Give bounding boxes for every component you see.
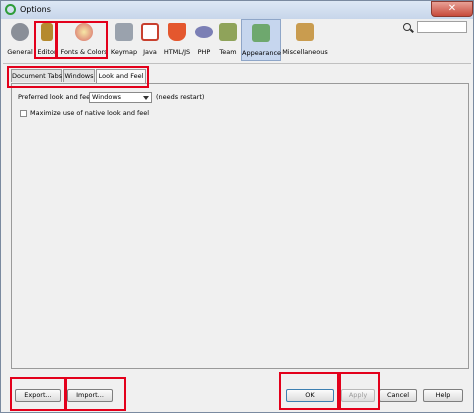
toolbar-label: Appearance [242, 49, 282, 57]
gears-icon [11, 23, 29, 41]
toolbar-item-fonts-colors[interactable]: Fonts & Colors [59, 19, 109, 61]
php-icon [195, 26, 213, 38]
search-icon [403, 23, 411, 31]
toolbar-item-miscellaneous[interactable]: Miscellaneous [282, 19, 328, 61]
options-window: Options ✕ General Editor Fonts & Colors … [0, 0, 474, 413]
toolbar-label: Java [143, 48, 157, 56]
misc-icon [296, 23, 314, 41]
toolbar-item-team[interactable]: Team [216, 19, 240, 61]
import-button[interactable]: Import... [67, 389, 113, 402]
java-cup-icon [141, 23, 159, 41]
look-and-feel-panel: Preferred look and feel: Windows (needs … [11, 83, 469, 369]
appearance-icon [252, 24, 270, 42]
toolbar-label: Miscellaneous [282, 48, 328, 56]
fonts-colors-icon [75, 23, 93, 41]
close-button[interactable]: ✕ [431, 1, 473, 17]
toolbar-item-java[interactable]: Java [139, 19, 161, 61]
tab-look-and-feel[interactable]: Look and Feel [96, 69, 146, 83]
apply-button[interactable]: Apply [341, 389, 375, 402]
toolbar-label: General [7, 48, 33, 56]
toolbar-label: HTML/JS [163, 48, 191, 56]
toolbar-item-general[interactable]: General [6, 19, 34, 61]
preferred-look-label: Preferred look and feel: [18, 93, 95, 101]
toolbar-item-html-js[interactable]: HTML/JS [162, 19, 192, 61]
export-button[interactable]: Export... [15, 389, 61, 402]
look-and-feel-select[interactable]: Windows [89, 92, 152, 103]
category-toolbar: General Editor Fonts & Colors Keymap Jav… [3, 19, 471, 63]
select-value: Windows [92, 93, 122, 101]
editor-pencil-icon [41, 23, 53, 41]
toolbar-item-keymap[interactable]: Keymap [110, 19, 138, 61]
toolbar-item-editor[interactable]: Editor [35, 19, 59, 61]
chevron-down-icon [143, 96, 149, 100]
toolbar-divider [3, 63, 471, 64]
maximize-native-label[interactable]: Maximize use of native look and feel [30, 109, 149, 117]
toolbar-label: Keymap [110, 48, 138, 56]
toolbar-item-appearance[interactable]: Appearance [241, 19, 281, 61]
html5-icon [168, 23, 186, 41]
cancel-button[interactable]: Cancel [379, 389, 417, 402]
tab-windows[interactable]: Windows [63, 69, 95, 82]
restart-note: (needs restart) [156, 93, 205, 101]
toolbar-label: Fonts & Colors [60, 48, 108, 56]
team-icon [219, 23, 237, 41]
ok-button[interactable]: OK [286, 389, 334, 402]
toolbar-item-php[interactable]: PHP [193, 19, 215, 61]
toolbar-label: Editor [37, 48, 57, 56]
keyboard-icon [115, 23, 133, 41]
toolbar-label: PHP [197, 48, 211, 56]
help-button[interactable]: Help [423, 389, 463, 402]
netbeans-logo-icon [5, 4, 16, 15]
maximize-native-checkbox[interactable] [20, 110, 27, 117]
window-title: Options [20, 5, 51, 14]
toolbar-label: Team [219, 48, 237, 56]
search-input[interactable] [417, 21, 467, 33]
tab-document-tabs[interactable]: Document Tabs [11, 69, 62, 82]
title-bar[interactable]: Options ✕ [1, 1, 473, 19]
